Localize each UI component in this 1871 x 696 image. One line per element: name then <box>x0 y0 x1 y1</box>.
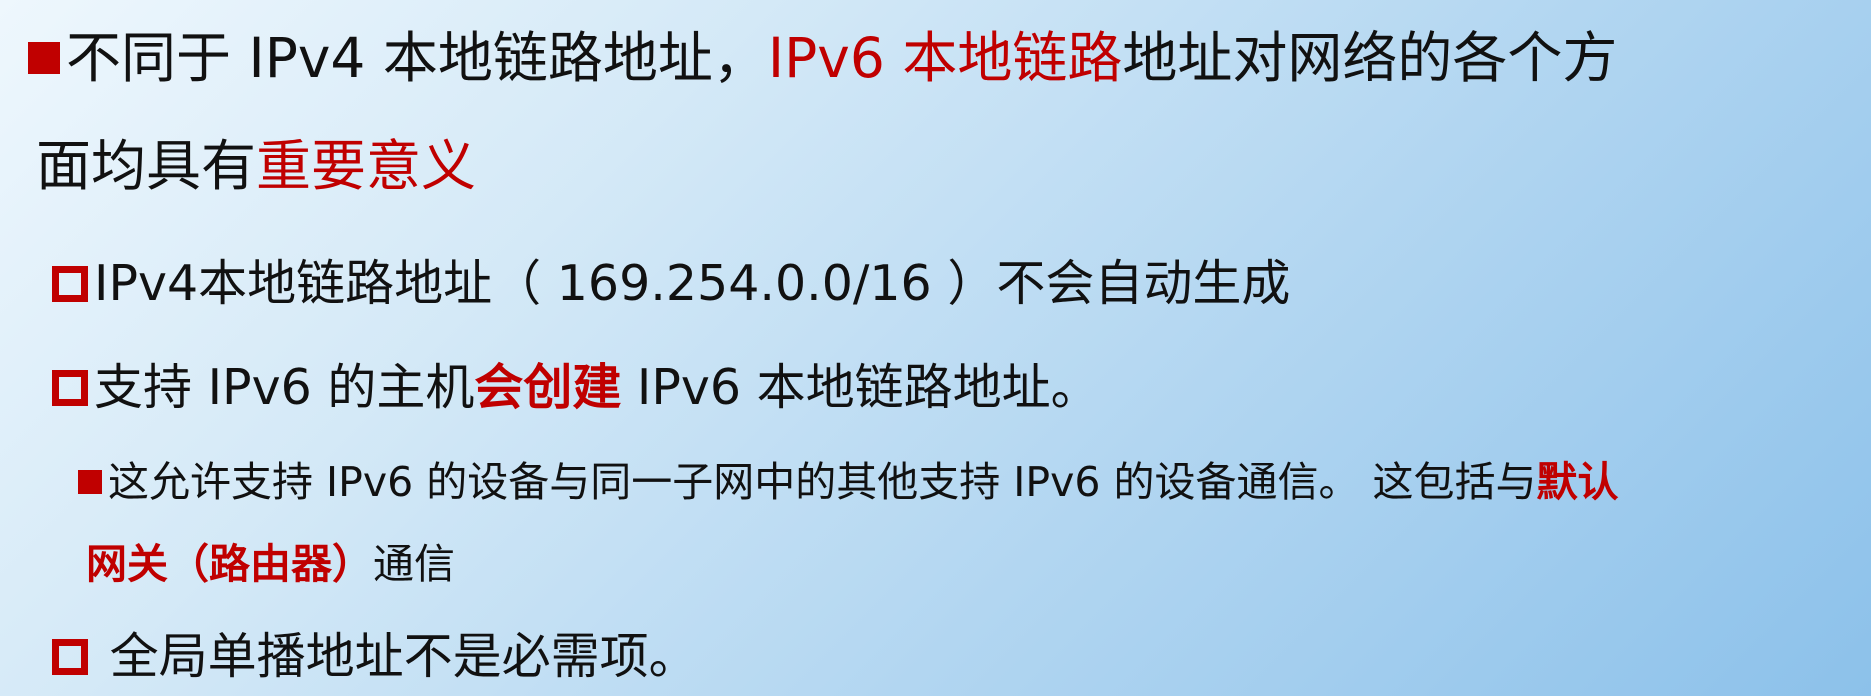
bullet-1-cont-text: 面均具有 <box>36 134 257 198</box>
hollow-square-bullet-icon <box>52 638 88 675</box>
sub-bullet-2-text-b: IPv6 本地链路地址。 <box>621 359 1100 416</box>
bullet-1: 不同于 IPv4 本地链路地址，IPv6 本地链路地址对网络的各个方 <box>28 22 1617 94</box>
sub-bullet-2-highlight: 会创建 <box>474 359 622 416</box>
bullet-1-text-b: 地址对网络的各个方 <box>1122 26 1618 90</box>
sub-bullet-3-text: 全局单播地址不是必需项。 <box>94 628 698 685</box>
sub-bullet-3: 全局单播地址不是必需项。 <box>52 625 698 689</box>
sub-sub-bullet-1-continuation: 网关（路由器）通信 <box>86 537 455 591</box>
bullet-1-continuation: 面均具有重要意义 <box>36 130 476 202</box>
hollow-square-bullet-icon <box>52 265 88 302</box>
sub-sub-bullet-1-cont-highlight: 网关（路由器） <box>86 540 373 588</box>
sub-sub-bullet-1: 这允许支持 IPv6 的设备与同一子网中的其他支持 IPv6 的设备通信。 这包… <box>78 455 1619 509</box>
bullet-1-text-a: 不同于 IPv4 本地链路地址， <box>66 26 768 90</box>
sub-bullet-1-text: IPv4本地链路地址（ 169.254.0.0/16 ）不会自动生成 <box>94 255 1291 312</box>
sub-bullet-2: 支持 IPv6 的主机会创建 IPv6 本地链路地址。 <box>52 356 1100 420</box>
filled-square-bullet-icon <box>28 41 60 74</box>
hollow-square-bullet-icon <box>52 369 88 406</box>
bullet-1-highlight: IPv6 本地链路 <box>767 26 1123 90</box>
filled-square-bullet-icon <box>78 470 102 494</box>
bullet-1-cont-highlight: 重要意义 <box>256 134 477 198</box>
sub-sub-bullet-1-text: 这允许支持 IPv6 的设备与同一子网中的其他支持 IPv6 的设备通信。 这包… <box>108 458 1537 506</box>
sub-bullet-2-text-a: 支持 IPv6 的主机 <box>94 359 475 416</box>
sub-sub-bullet-1-highlight: 默认 <box>1536 458 1619 506</box>
sub-bullet-1: IPv4本地链路地址（ 169.254.0.0/16 ）不会自动生成 <box>52 252 1290 316</box>
sub-sub-bullet-1-cont-text: 通信 <box>373 540 455 588</box>
